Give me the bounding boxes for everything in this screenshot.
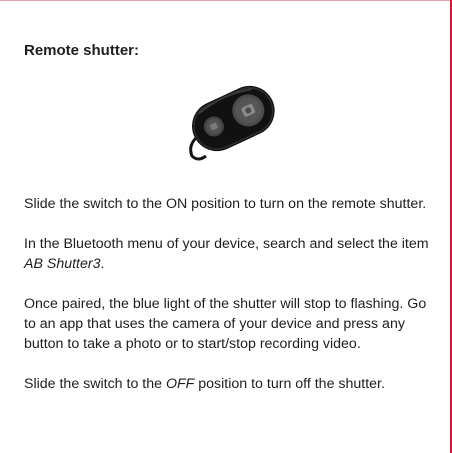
section-heading: Remote shutter: [24, 42, 140, 59]
top-border [0, 0, 452, 1]
off-label: OFF [165, 376, 195, 392]
pairing-text: In the Bluetooth menu of your device, se… [24, 236, 429, 252]
content: Remote shutter: Slide the switch to the … [24, 42, 434, 394]
device-item-name: AB Shutter3 [24, 256, 101, 272]
document-page: Remote shutter: Slide the switch to the … [0, 0, 452, 453]
instruction-usage: Once paired, the blue light of the shutt… [24, 296, 427, 352]
instruction-power-off: Slide the switch to the OFF position to … [24, 374, 434, 394]
device-illustration [24, 76, 434, 166]
power-off-text-end: position to turn off the shutter. [194, 376, 385, 392]
remote-shutter-icon [189, 85, 275, 161]
instruction-power-on: Slide the switch to the ON position to t… [24, 196, 427, 212]
pairing-text-end: . [100, 256, 105, 272]
instruction-pairing: In the Bluetooth menu of your device, se… [24, 234, 434, 274]
power-off-text: Slide the switch to the [24, 376, 166, 392]
